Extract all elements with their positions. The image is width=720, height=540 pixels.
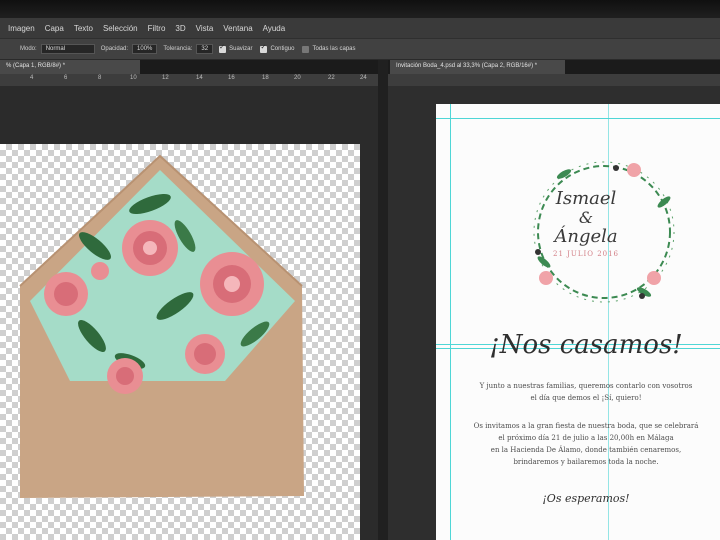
antialias-checkbox[interactable] — [219, 43, 227, 53]
ampersand: & — [578, 208, 594, 227]
right-document-tab[interactable]: Invitación Boda_4.psd al 33,3% (Capa 2, … — [390, 60, 565, 74]
tolerance-field[interactable]: 32 — [196, 44, 214, 54]
menu-bar: Imagen Capa Texto Selección Filtro 3D Vi… — [0, 18, 720, 38]
wedding-date: 21 JULIO 2016 — [552, 250, 620, 258]
details-line-3: en la Hacienda De Álamo, donde también c… — [490, 446, 682, 454]
left-canvas-area[interactable] — [0, 86, 378, 540]
menu-3d[interactable]: 3D — [175, 24, 185, 33]
menu-ventana[interactable]: Ventana — [223, 24, 252, 33]
all-layers-label: Todas las capas — [312, 46, 356, 52]
contiguous-label: Contiguo — [270, 46, 295, 52]
envelope-artwork — [19, 154, 304, 498]
vertical-guide — [450, 104, 451, 540]
menu-filtro[interactable]: Filtro — [148, 24, 166, 33]
bride-name: Ángela — [554, 226, 618, 247]
invitation-page: Ismael & Ángela 21 JULIO 2016 ¡Nos casam… — [436, 104, 720, 540]
intro-line-2: el día que demos el ¡Sí, quiero! — [530, 394, 642, 402]
options-bar: Modo: Normal Opacidad: 100% Tolerancia: … — [0, 38, 720, 60]
mode-label: Modo: — [20, 46, 37, 52]
menu-texto[interactable]: Texto — [74, 24, 93, 33]
photoshop-screen: Imagen Capa Texto Selección Filtro 3D Vi… — [0, 0, 720, 540]
contiguous-checkbox[interactable] — [260, 43, 268, 53]
menu-seleccion[interactable]: Selección — [103, 24, 138, 33]
menu-ayuda[interactable]: Ayuda — [263, 24, 286, 33]
opacity-field[interactable]: 100% — [132, 44, 158, 54]
details-line-2: el próximo día 21 de julio a las 20,00h … — [498, 434, 674, 442]
menu-capa[interactable]: Capa — [45, 24, 64, 33]
menu-imagen[interactable]: Imagen — [8, 24, 35, 33]
mode-select[interactable]: Normal — [40, 44, 95, 54]
details-line-1: Os invitamos a la gran fiesta de nuestra… — [473, 422, 699, 430]
closing-text: ¡Os esperamos! — [542, 492, 630, 505]
all-layers-checkbox[interactable] — [302, 45, 310, 53]
left-document-tab[interactable]: % (Capa 1, RGB/8#) * — [0, 60, 140, 74]
menu-vista[interactable]: Vista — [196, 24, 214, 33]
antialias-label: Suavizar — [229, 46, 253, 52]
groom-name: Ismael — [555, 188, 617, 209]
tolerance-label: Tolerancia: — [163, 46, 193, 52]
horizontal-guide — [436, 118, 720, 119]
details-line-4: brindaremos y bailaremos toda la noche. — [513, 458, 659, 466]
document-splitter[interactable] — [378, 60, 388, 540]
headline: ¡Nos casamos! — [489, 330, 683, 360]
opacity-label: Opacidad: — [100, 46, 129, 52]
intro-line-1: Y junto a nuestras familias, queremos co… — [479, 382, 693, 390]
right-canvas-area[interactable]: Ismael & Ángela 21 JULIO 2016 ¡Nos casam… — [388, 86, 720, 540]
